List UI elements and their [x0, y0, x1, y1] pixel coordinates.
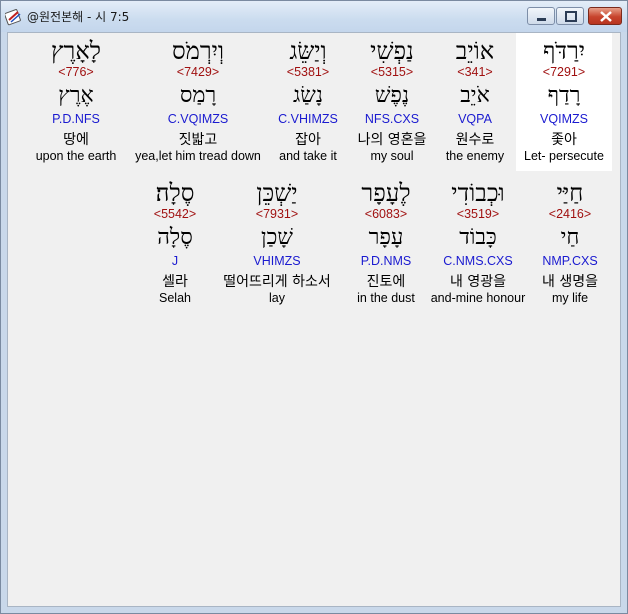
word-cell[interactable]: וְיִרְמֹס <7429> רָמַס C.VQIMZS 짓밟고 yea,…	[130, 33, 266, 171]
hebrew-root: רָמַס	[179, 83, 217, 108]
parsing-code: C.VQIMZS	[167, 112, 229, 126]
korean-gloss: 좇아	[551, 132, 577, 148]
hebrew-word: חַיַּי	[556, 179, 584, 207]
english-gloss: my life	[551, 291, 589, 305]
hebrew-word: יִרַדֹּף	[542, 37, 586, 65]
parsing-code: VHIMZS	[253, 254, 301, 268]
strong-number[interactable]: <776>	[18, 65, 134, 79]
korean-gloss: 셀라	[162, 274, 188, 290]
hebrew-word: נַפְשִׁי	[370, 37, 414, 65]
word-cell[interactable]: לֶעָפָר <6083> עָפָר P.D.NMS 진토에 in the …	[344, 175, 428, 310]
hebrew-word: יַשְׁכֵּן	[256, 179, 298, 207]
hebrew-root: אֹיֵב	[460, 83, 490, 108]
close-icon	[600, 11, 612, 22]
hebrew-word: אוֹיֵב	[455, 37, 495, 65]
parsing-code: NFS.CXS	[364, 112, 420, 126]
hebrew-word: לֶעָפָר	[361, 179, 411, 207]
strong-number[interactable]: <3519>	[428, 207, 528, 221]
word-cell[interactable]: וּכְבוֹדִי <3519> כָּבוֹד C.NMS.CXS 내 영광…	[428, 175, 528, 310]
strong-number[interactable]: <7291>	[516, 65, 612, 79]
english-gloss: and take it	[279, 149, 337, 163]
parsing-code: VQPA	[458, 112, 492, 126]
hebrew-root: כָּבוֹד	[459, 225, 497, 250]
hebrew-word: וּכְבוֹדִי	[451, 179, 505, 207]
word-cell[interactable]: חַיַּי <2416> חַי NMP.CXS 내 생명을 my life	[528, 175, 612, 310]
minimize-button[interactable]	[527, 7, 555, 25]
korean-gloss: 땅에	[63, 132, 89, 148]
english-gloss: my soul	[370, 149, 414, 163]
hebrew-root: נֶפֶשׁ	[374, 83, 410, 108]
english-gloss: in the dust	[357, 291, 415, 305]
strong-number[interactable]: <5315>	[350, 65, 434, 79]
korean-gloss: 나의 영혼을	[357, 132, 427, 148]
hebrew-word: סֶלָה׃	[155, 179, 195, 207]
english-gloss: the enemy	[445, 149, 505, 163]
korean-gloss: 내 영광을	[450, 274, 506, 290]
korean-gloss: 잡아	[295, 132, 321, 148]
verse-line-1: לָאָרֶץ <776> אֶרֶץ P.D.NFS 땅에 upon the …	[8, 33, 620, 171]
strong-number[interactable]: <7429>	[130, 65, 266, 79]
english-gloss: upon the earth	[35, 149, 117, 163]
strong-number[interactable]: <2416>	[528, 207, 612, 221]
english-gloss: yea,let him tread down	[135, 149, 261, 163]
parsing-code: J	[171, 254, 179, 268]
close-button[interactable]	[588, 7, 622, 25]
word-cell-selected[interactable]: יִרַדֹּף <7291> רָדַף VQIMZS 좇아 Let- per…	[516, 33, 612, 171]
hebrew-word: וְיִרְמֹס	[171, 37, 225, 65]
english-gloss: and-mine honour	[430, 291, 526, 305]
strong-number[interactable]: <5542>	[134, 207, 216, 221]
strong-number[interactable]: <341>	[434, 65, 516, 79]
parsing-code: C.VHIMZS	[278, 112, 338, 126]
korean-gloss: 원수로	[455, 132, 495, 148]
korean-gloss: 짓밟고	[178, 132, 218, 148]
korean-gloss: 내 생명을	[542, 274, 598, 290]
window-title: @원전본해 - 시 7:5	[27, 10, 130, 24]
bible-app-icon[interactable]	[4, 8, 23, 26]
english-gloss: lay	[269, 291, 285, 305]
verse-line-2: סֶלָה׃ <5542> סֶלָה J 셀라 Selah יַשְׁכֵּן…	[8, 175, 620, 310]
hebrew-root: שָׁכַן	[261, 225, 293, 250]
strong-number[interactable]: <5381>	[266, 65, 350, 79]
strong-number[interactable]: <6083>	[344, 207, 428, 221]
title-bar[interactable]: @원전본해 - 시 7:5	[1, 1, 627, 32]
korean-gloss: 떨어뜨리게 하소서	[223, 274, 331, 290]
word-cell[interactable]: סֶלָה׃ <5542> סֶלָה J 셀라 Selah	[134, 175, 216, 310]
hebrew-root: נָשַׂג	[293, 83, 323, 108]
hebrew-root: סֶלָה	[157, 225, 193, 250]
minimize-icon	[537, 18, 546, 21]
hebrew-word: וְיַשֵּׂג	[289, 37, 327, 65]
maximize-icon	[565, 11, 577, 22]
english-gloss: Let- persecute	[524, 149, 604, 163]
word-cell[interactable]: יַשְׁכֵּן <7931> שָׁכַן VHIMZS 떨어뜨리게 하소서…	[216, 175, 338, 310]
parsing-code: P.D.NFS	[52, 112, 100, 126]
hebrew-root: רָדַף	[547, 83, 581, 108]
word-cell[interactable]: אוֹיֵב <341> אֹיֵב VQPA 원수로 the enemy	[434, 33, 516, 171]
english-gloss: Selah	[159, 291, 191, 305]
hebrew-word: לָאָרֶץ	[51, 37, 101, 65]
hebrew-root: חַי	[560, 225, 580, 250]
korean-gloss: 진토에	[366, 274, 406, 290]
word-cell[interactable]: לָאָרֶץ <776> אֶרֶץ P.D.NFS 땅에 upon the …	[18, 33, 134, 171]
maximize-button[interactable]	[556, 7, 584, 25]
word-cell[interactable]: וְיַשֵּׂג <5381> נָשַׂג C.VHIMZS 잡아 and …	[266, 33, 350, 171]
parsing-code: P.D.NMS	[360, 254, 412, 268]
parsing-code: VQIMZS	[540, 112, 588, 126]
hebrew-root: עָפָר	[368, 225, 404, 250]
interlinear-panel: לָאָרֶץ <776> אֶרֶץ P.D.NFS 땅에 upon the …	[7, 32, 621, 607]
word-cell[interactable]: נַפְשִׁי <5315> נֶפֶשׁ NFS.CXS 나의 영혼을 my…	[350, 33, 434, 171]
parsing-code: NMP.CXS	[542, 254, 598, 268]
strong-number[interactable]: <7931>	[216, 207, 338, 221]
hebrew-root: אֶרֶץ	[58, 83, 94, 108]
parsing-code: C.NMS.CXS	[443, 254, 513, 268]
app-window: @원전본해 - 시 7:5 לָאָרֶץ <776> אֶרֶץ P.D.NF…	[0, 0, 628, 614]
